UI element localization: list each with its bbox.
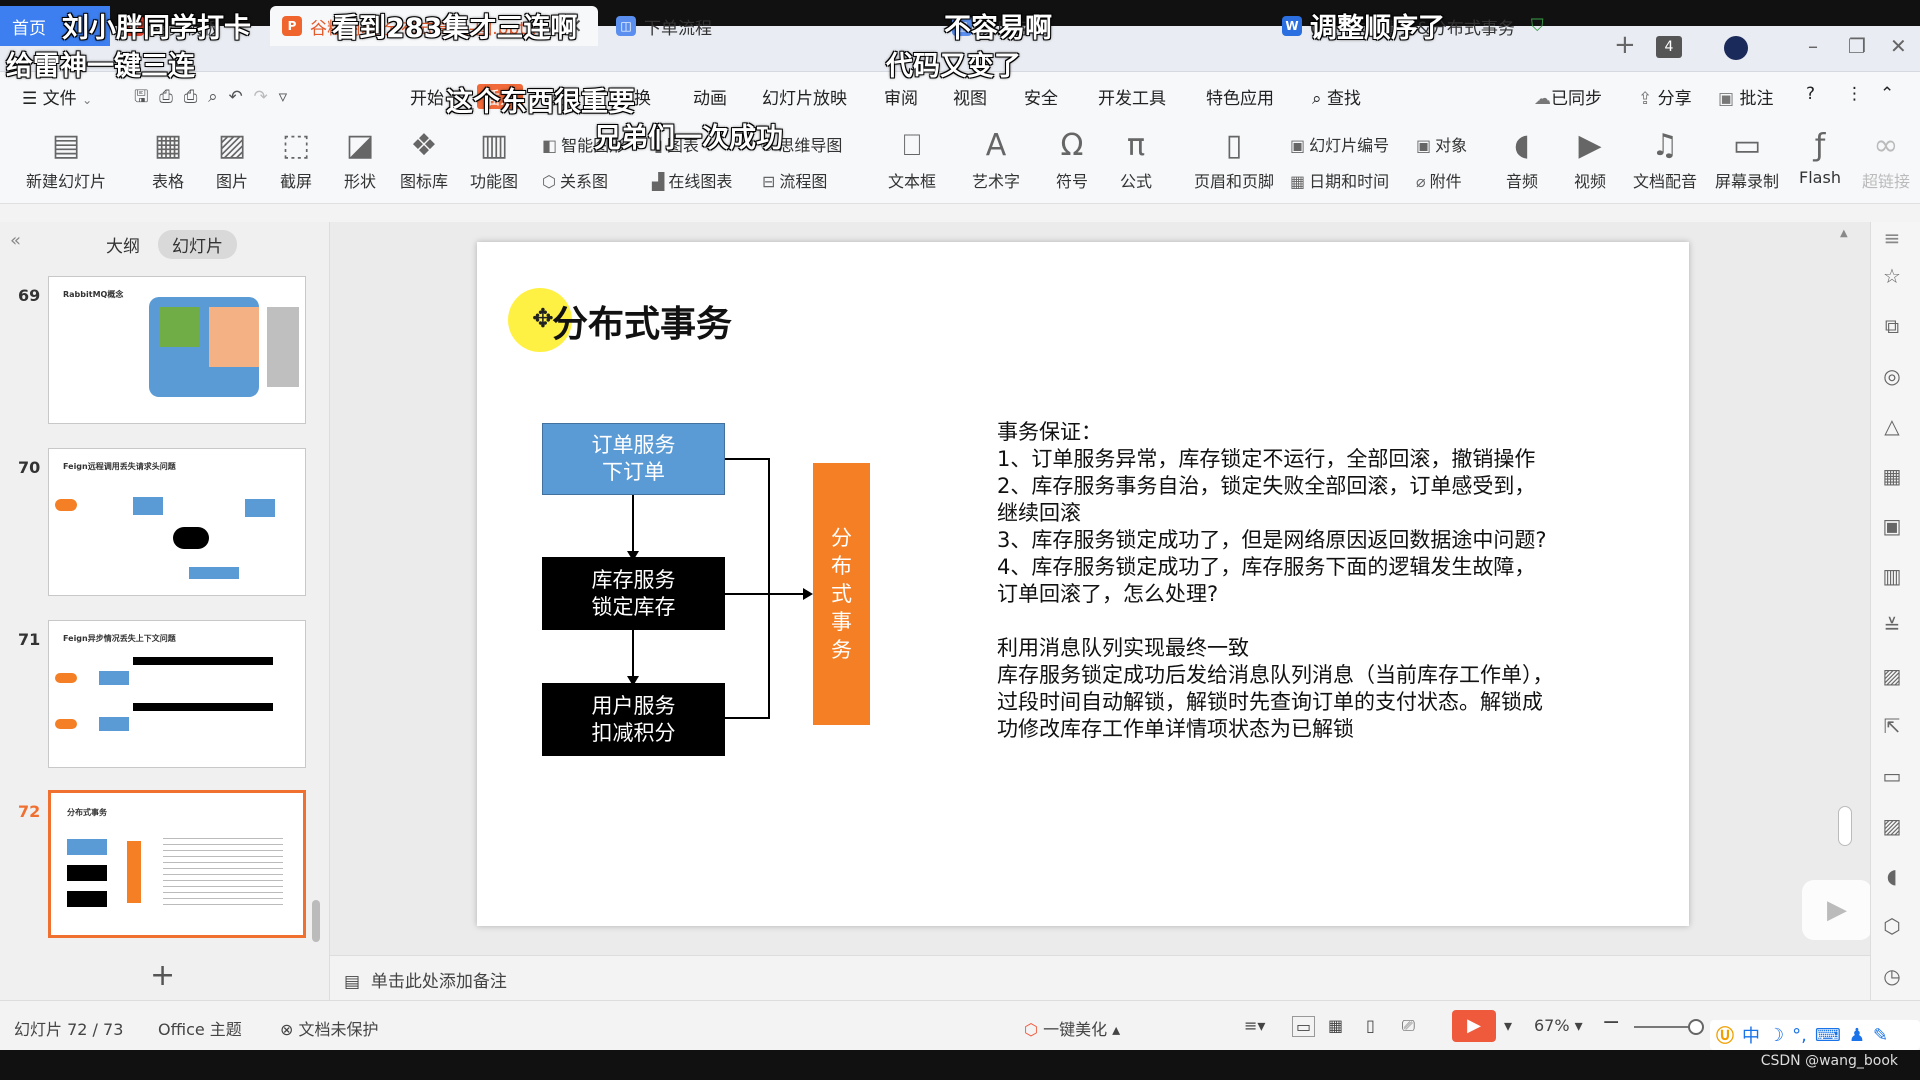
video-play-overlay-icon: ▶ [1802, 880, 1872, 940]
grid-icon[interactable]: ▣ [1877, 514, 1907, 538]
chart-icon[interactable]: ▥ [1877, 564, 1907, 588]
protect-icon: ⊗ [280, 1020, 294, 1039]
zoom-slider-thumb[interactable] [1688, 1019, 1704, 1035]
zoom-out-icon[interactable]: − [1602, 1010, 1620, 1035]
body-line: 过段时间自动解锁，解锁时先查询订单的支付状态。解锁成 [997, 690, 1543, 714]
play-options-icon[interactable]: ▾ [1504, 1016, 1512, 1035]
doc-protect-status[interactable]: ⊗ 文档未保护 [280, 1016, 379, 1040]
export-icon[interactable]: ⇱ [1877, 714, 1907, 738]
body-line: 4、库存服务锁定成功了，库存服务下面的逻辑发生故障， [997, 555, 1536, 579]
body-line: 订单回滚了，怎么处理? [997, 582, 1219, 606]
menu-lines-icon[interactable]: ≡ [1877, 226, 1907, 250]
editor-scrollbar-thumb[interactable] [1838, 806, 1852, 846]
normal-view-icon[interactable]: ▭ [1292, 1016, 1316, 1037]
body-line: 1、订单服务异常，库存锁定不运行，全部回滚，撤销操作 [997, 447, 1536, 471]
settings-sliders-icon[interactable]: ≚ [1877, 614, 1907, 638]
hexagon-icon[interactable]: ⬡ [1877, 914, 1907, 938]
moon-icon: ☽ [1768, 1024, 1785, 1046]
stock-service-box[interactable]: 库存服务 锁定库存 [542, 557, 725, 630]
distributed-transaction-box[interactable]: 分 布 式 事 务 [813, 463, 870, 725]
body-line [997, 608, 1617, 635]
table-icon[interactable]: ▦ [1877, 464, 1907, 488]
notes-toggle-icon[interactable]: ≡▾ [1244, 1016, 1265, 1035]
body-line: 事务保证： [997, 420, 1102, 444]
image-icon[interactable]: ▨ [1877, 814, 1907, 838]
slide-position: 幻灯片 72 / 73 [14, 1020, 124, 1039]
transform-icon[interactable]: ⧉ [1877, 314, 1907, 338]
wps-window: 首页 D 稻壳模板 P 谷粒商城-分布式高级-图.pptx ✕ ◫ 下单流程 ◫ 锁库存 … [0, 0, 1920, 1080]
clock-icon[interactable]: ◷ [1877, 964, 1907, 988]
body-line: 利用消息队列实现最终一致 [997, 636, 1249, 660]
user-icon: ♟ [1848, 1024, 1865, 1046]
archive-icon[interactable]: ▭ [1877, 764, 1907, 788]
punctuation-icon: °, [1792, 1024, 1807, 1046]
zoom-label: 67% [1534, 1016, 1570, 1035]
beautify-button[interactable]: ⬡ 一键美化 ▴ [1024, 1016, 1120, 1040]
play-slideshow-button[interactable]: ▶ [1452, 1010, 1496, 1042]
zoom-level[interactable]: 67% ▾ [1534, 1016, 1583, 1035]
beautify-label: 一键美化 [1043, 1020, 1108, 1039]
body-line: 继续回滚 [997, 501, 1081, 525]
wrench-icon: ✎ [1873, 1024, 1889, 1046]
notes-area[interactable] [330, 955, 1870, 1000]
user-service-box[interactable]: 用户服务 扣减积分 [542, 683, 725, 756]
presenter-view-icon[interactable]: ⎚ [1402, 1016, 1415, 1036]
notes-icon: ▤ [344, 972, 361, 992]
body-line: 3、库存服务锁定成功了，但是网络原因返回数据途中问题? [997, 528, 1547, 552]
flow-connectors [627, 458, 813, 719]
pin-icon[interactable]: ☆ [1877, 264, 1907, 288]
ime-logo-icon: Ⓤ [1716, 1026, 1734, 1047]
keyboard-icon: ⌨ [1814, 1024, 1841, 1046]
protect-label: 文档未保护 [298, 1020, 379, 1039]
picture-icon[interactable]: ▨ [1877, 664, 1907, 688]
beautify-icon: ⬡ [1024, 1020, 1038, 1039]
notes-placeholder[interactable]: ▤ 单击此处添加备注 [344, 967, 507, 992]
csdn-watermark: CSDN @wang_book [1760, 1053, 1898, 1069]
body-line: 功修改库存工作单详情项状态为已解锁 [997, 717, 1354, 741]
body-line: 2、库存服务事务自治，锁定失败全部回滚，订单感受到， [997, 474, 1536, 498]
reading-view-icon[interactable]: ▯ [1366, 1016, 1375, 1035]
speaker-icon[interactable]: ◖ [1877, 864, 1907, 888]
notes-label: 单击此处添加备注 [370, 972, 507, 992]
order-service-box[interactable]: 订单服务 下订单 [542, 423, 725, 495]
sorter-view-icon[interactable]: ▦ [1328, 1016, 1343, 1035]
video-frame-bottom [0, 1050, 1920, 1080]
fill-icon[interactable]: △ [1877, 414, 1907, 438]
theme-name[interactable]: Office 主题 [158, 1016, 242, 1040]
body-line: 库存服务锁定成功后发给消息队列消息（当前库存工作单）， [997, 663, 1554, 687]
ime-mode: 中 [1742, 1026, 1760, 1047]
slide-body-text[interactable]: 事务保证： 1、订单服务异常，库存锁定不运行，全部回滚，撤销操作 2、库存服务事… [997, 419, 1617, 743]
scroll-up-icon[interactable]: ▲ [1840, 228, 1848, 239]
ime-toolbar[interactable]: Ⓤ 中 ☽ °, ⌨ ♟ ✎ [1710, 1020, 1920, 1050]
shapes-icon[interactable]: ◎ [1877, 364, 1907, 388]
